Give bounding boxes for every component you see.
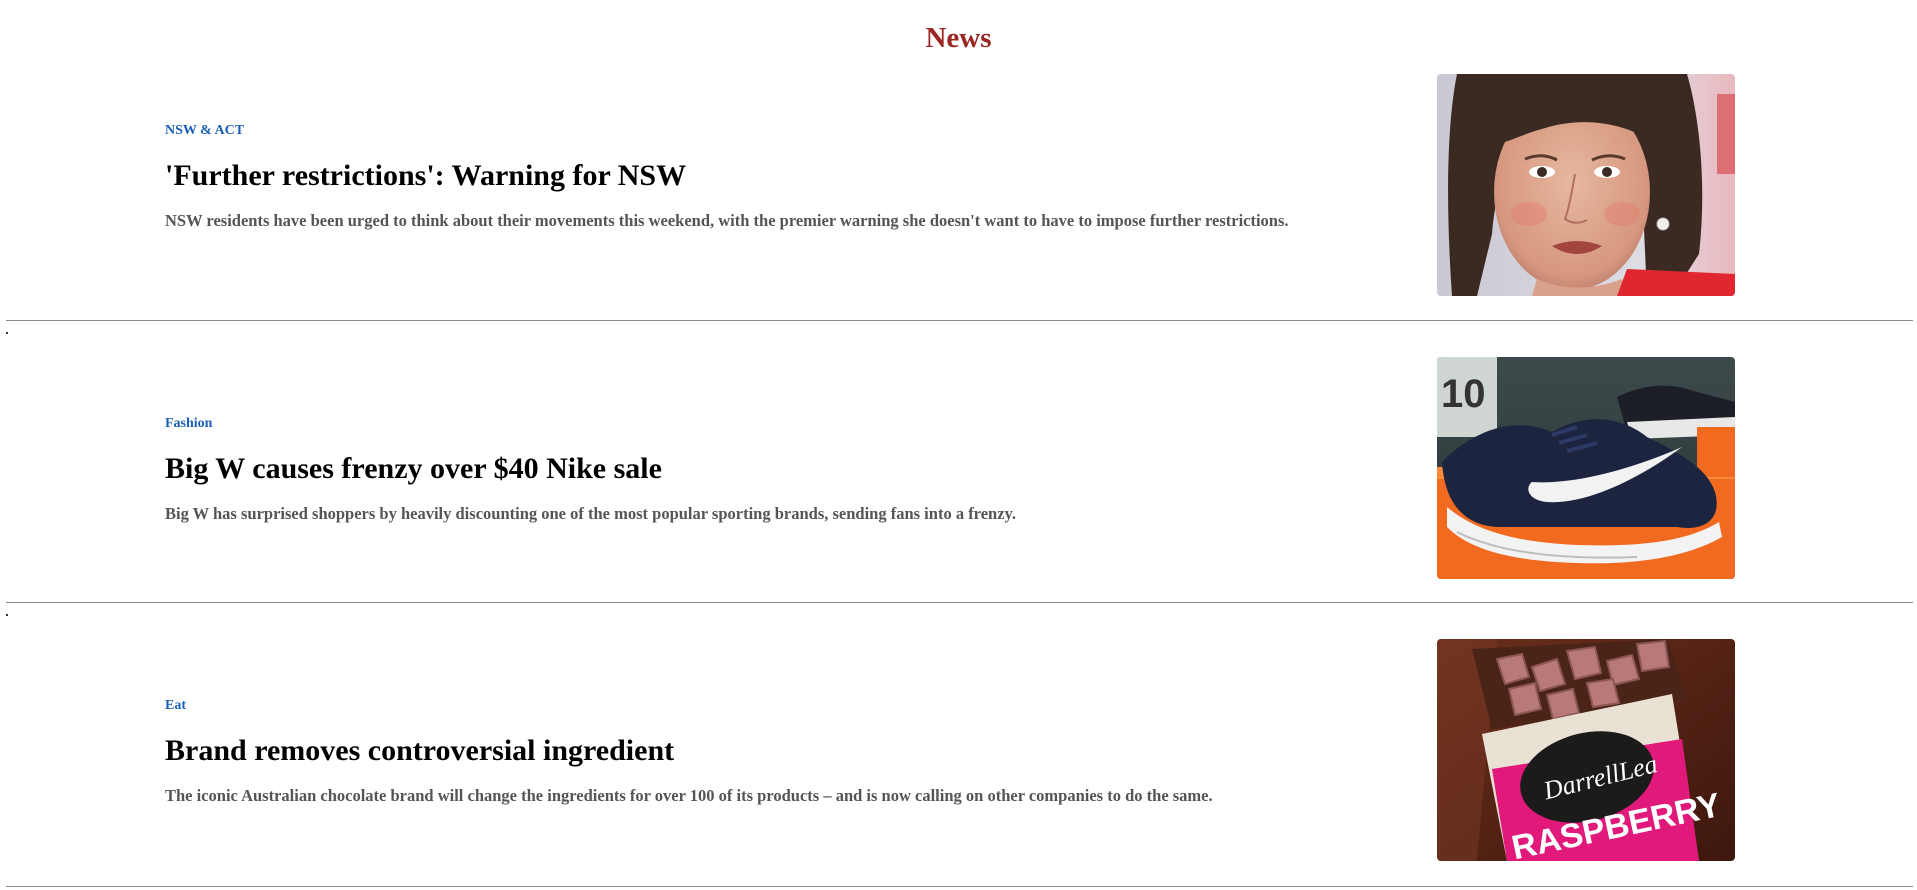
article-text: NSW & ACT 'Further restrictions': Warnin… <box>165 122 1295 231</box>
separator-dot <box>6 332 8 334</box>
separator-dot <box>6 614 8 616</box>
article-card[interactable]: Eat Brand removes controversial ingredie… <box>0 639 1917 890</box>
article-text: Fashion Big W causes frenzy over $40 Nik… <box>165 415 1295 524</box>
article-headline[interactable]: 'Further restrictions': Warning for NSW <box>165 158 1295 194</box>
article-divider <box>6 602 1913 603</box>
news-page: News NSW & ACT 'Further restrictions': W… <box>0 0 1917 890</box>
article-divider <box>6 886 1913 887</box>
article-summary: The iconic Australian chocolate brand wi… <box>165 786 1213 805</box>
page-title: News <box>925 22 992 54</box>
article-text: Eat Brand removes controversial ingredie… <box>165 697 1295 806</box>
article-thumbnail[interactable]: 10 <box>1437 357 1735 579</box>
article-thumbnail[interactable]: DarrellLea RASPBERRY <box>1437 639 1735 861</box>
article-category[interactable]: Eat <box>165 697 1295 715</box>
article-headline[interactable]: Big W causes frenzy over $40 Nike sale <box>165 451 1295 487</box>
article-summary: Big W has surprised shoppers by heavily … <box>165 504 1016 523</box>
premier-portrait-image <box>1437 74 1735 296</box>
article-headline[interactable]: Brand removes controversial ingredient <box>165 733 1295 769</box>
article-thumbnail[interactable] <box>1437 74 1735 296</box>
article-summary: NSW residents have been urged to think a… <box>165 211 1289 230</box>
article-category[interactable]: NSW & ACT <box>165 122 1295 140</box>
chocolate-pack-image: DarrellLea RASPBERRY <box>1437 639 1735 861</box>
article-card[interactable]: Fashion Big W causes frenzy over $40 Nik… <box>0 357 1917 640</box>
article-divider <box>6 320 1913 321</box>
article-category[interactable]: Fashion <box>165 415 1295 433</box>
nike-shoe-image: 10 <box>1437 357 1735 579</box>
svg-text:10: 10 <box>1441 372 1486 416</box>
article-card[interactable]: NSW & ACT 'Further restrictions': Warnin… <box>0 74 1917 357</box>
